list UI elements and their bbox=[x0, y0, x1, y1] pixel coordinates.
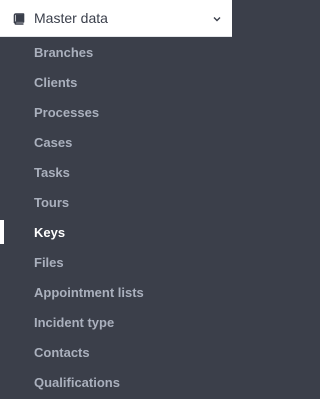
book-icon bbox=[13, 12, 25, 25]
menu-item-processes[interactable]: Processes bbox=[0, 97, 232, 127]
menu-item-clients[interactable]: Clients bbox=[0, 67, 232, 97]
menu-items: Branches Clients Processes Cases Tasks T… bbox=[0, 37, 232, 397]
menu-item-label: Tasks bbox=[34, 165, 70, 180]
active-indicator bbox=[0, 220, 4, 244]
menu-item-branches[interactable]: Branches bbox=[0, 37, 232, 67]
menu-item-label: Cases bbox=[34, 135, 73, 150]
menu-item-keys[interactable]: Keys bbox=[0, 217, 232, 247]
menu-item-qualifications[interactable]: Qualifications bbox=[0, 367, 232, 397]
master-data-header[interactable]: Master data bbox=[0, 0, 232, 37]
menu-item-label: Contacts bbox=[34, 345, 90, 360]
menu-item-cases[interactable]: Cases bbox=[0, 127, 232, 157]
menu-item-label: Incident type bbox=[34, 315, 115, 330]
chevron-down-icon[interactable] bbox=[211, 12, 223, 24]
master-data-label: Master data bbox=[34, 10, 108, 26]
menu-item-label: Tours bbox=[34, 195, 70, 210]
menu-item-label: Processes bbox=[34, 105, 100, 120]
sidebar-menu: Master data Branches Clients Processes C… bbox=[0, 0, 232, 399]
menu-item-label: Appointment lists bbox=[34, 285, 144, 300]
menu-item-label: Files bbox=[34, 255, 64, 270]
menu-item-tasks[interactable]: Tasks bbox=[0, 157, 232, 187]
menu-item-incident-type[interactable]: Incident type bbox=[0, 307, 232, 337]
menu-item-label: Keys bbox=[34, 225, 66, 240]
menu-item-label: Clients bbox=[34, 75, 78, 90]
menu-item-appointment-lists[interactable]: Appointment lists bbox=[0, 277, 232, 307]
menu-item-contacts[interactable]: Contacts bbox=[0, 337, 232, 367]
menu-item-label: Qualifications bbox=[34, 375, 120, 390]
menu-item-tours[interactable]: Tours bbox=[0, 187, 232, 217]
menu-item-label: Branches bbox=[34, 45, 94, 60]
menu-item-files[interactable]: Files bbox=[0, 247, 232, 277]
